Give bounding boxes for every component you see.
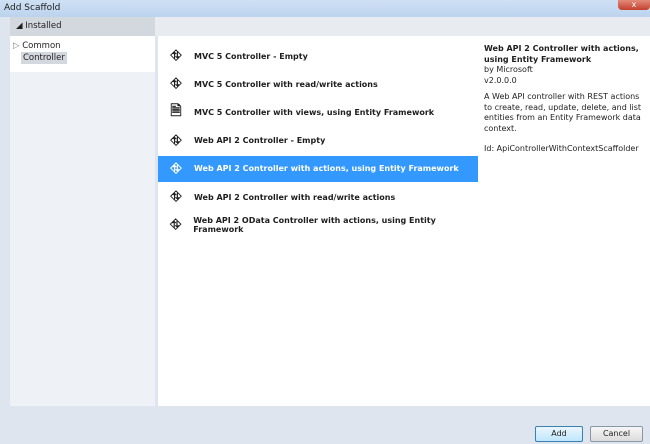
scaffold-item[interactable]: 🗎 MVC 5 Controller with views, using Enti… [158,99,478,125]
document-controller-icon: 🗎 [170,103,182,120]
tree-item-label: Common [22,41,61,51]
controller-icon: ⛗ [170,217,182,234]
scaffold-item-label: Web API 2 Controller with actions, using… [194,164,459,174]
scaffold-item-label: Web API 2 Controller with read/write act… [194,192,396,202]
scaffold-item[interactable]: ⛗ Web API 2 Controller - Empty [158,128,478,154]
details-version: v2.0.0.0 [484,75,517,85]
expand-icon: ▷ [13,41,23,51]
controller-icon: ⛗ [170,189,182,205]
scaffold-item[interactable]: ⛗ MVC 5 Controller with read/write action… [158,71,478,97]
category-pane: ◢ Installed ▷ Common Controller [10,17,155,406]
details-title: Web API 2 Controller with actions, using… [484,44,639,64]
add-button[interactable]: Add [535,426,583,442]
controller-icon: ⛗ [170,76,182,93]
scaffold-item[interactable]: ⛗ Web API 2 Controller with read/write ac… [158,184,478,210]
tree-item-controller[interactable]: Controller [21,52,67,64]
scaffold-list: ⛗ MVC 5 Controller - Empty ⛗ MVC 5 Controll… [158,36,478,406]
title-bar: Add Scaffold x [0,0,650,17]
list-header-bar [155,17,650,36]
tree-header-installed[interactable]: ◢ Installed [10,17,155,36]
details-description: A Web API controller with REST actions t… [484,92,642,133]
collapse-icon: ◢ [16,21,26,31]
controller-icon: ⛗ [170,160,182,177]
category-tree: ▷ Common Controller [10,36,155,72]
scaffold-item-label: MVC 5 Controller with read/write actions [194,79,378,89]
details-id: Id: ApiControllerWithContextScaffolder [484,144,639,153]
controller-icon: ⛗ [170,132,182,149]
details-pane: Web API 2 Controller with actions, using… [478,36,650,406]
controller-icon: ⛗ [170,48,182,64]
scaffold-item-label: Web API 2 OData Controller with actions,… [193,216,436,235]
installed-label: Installed [25,21,62,31]
close-button[interactable]: x [618,0,650,10]
scaffold-item-label: MVC 5 Controller with views, using Entit… [194,107,435,117]
cancel-button[interactable]: Cancel [590,426,643,442]
window-title: Add Scaffold [4,3,61,13]
scaffold-item-label: Web API 2 Controller - Empty [194,136,326,146]
scaffold-item[interactable]: ⛗ MVC 5 Controller - Empty [158,43,478,69]
scaffold-item[interactable]: ⛗ Web API 2 Controller with actions, usin… [158,155,478,182]
scaffold-item-label: MVC 5 Controller - Empty [194,51,308,61]
scaffold-item[interactable]: ⛗ Web API 2 OData Controller with actions… [158,212,478,238]
details-author: by Microsoft [484,65,533,74]
tree-item-common[interactable]: ▷ Common [13,40,155,52]
